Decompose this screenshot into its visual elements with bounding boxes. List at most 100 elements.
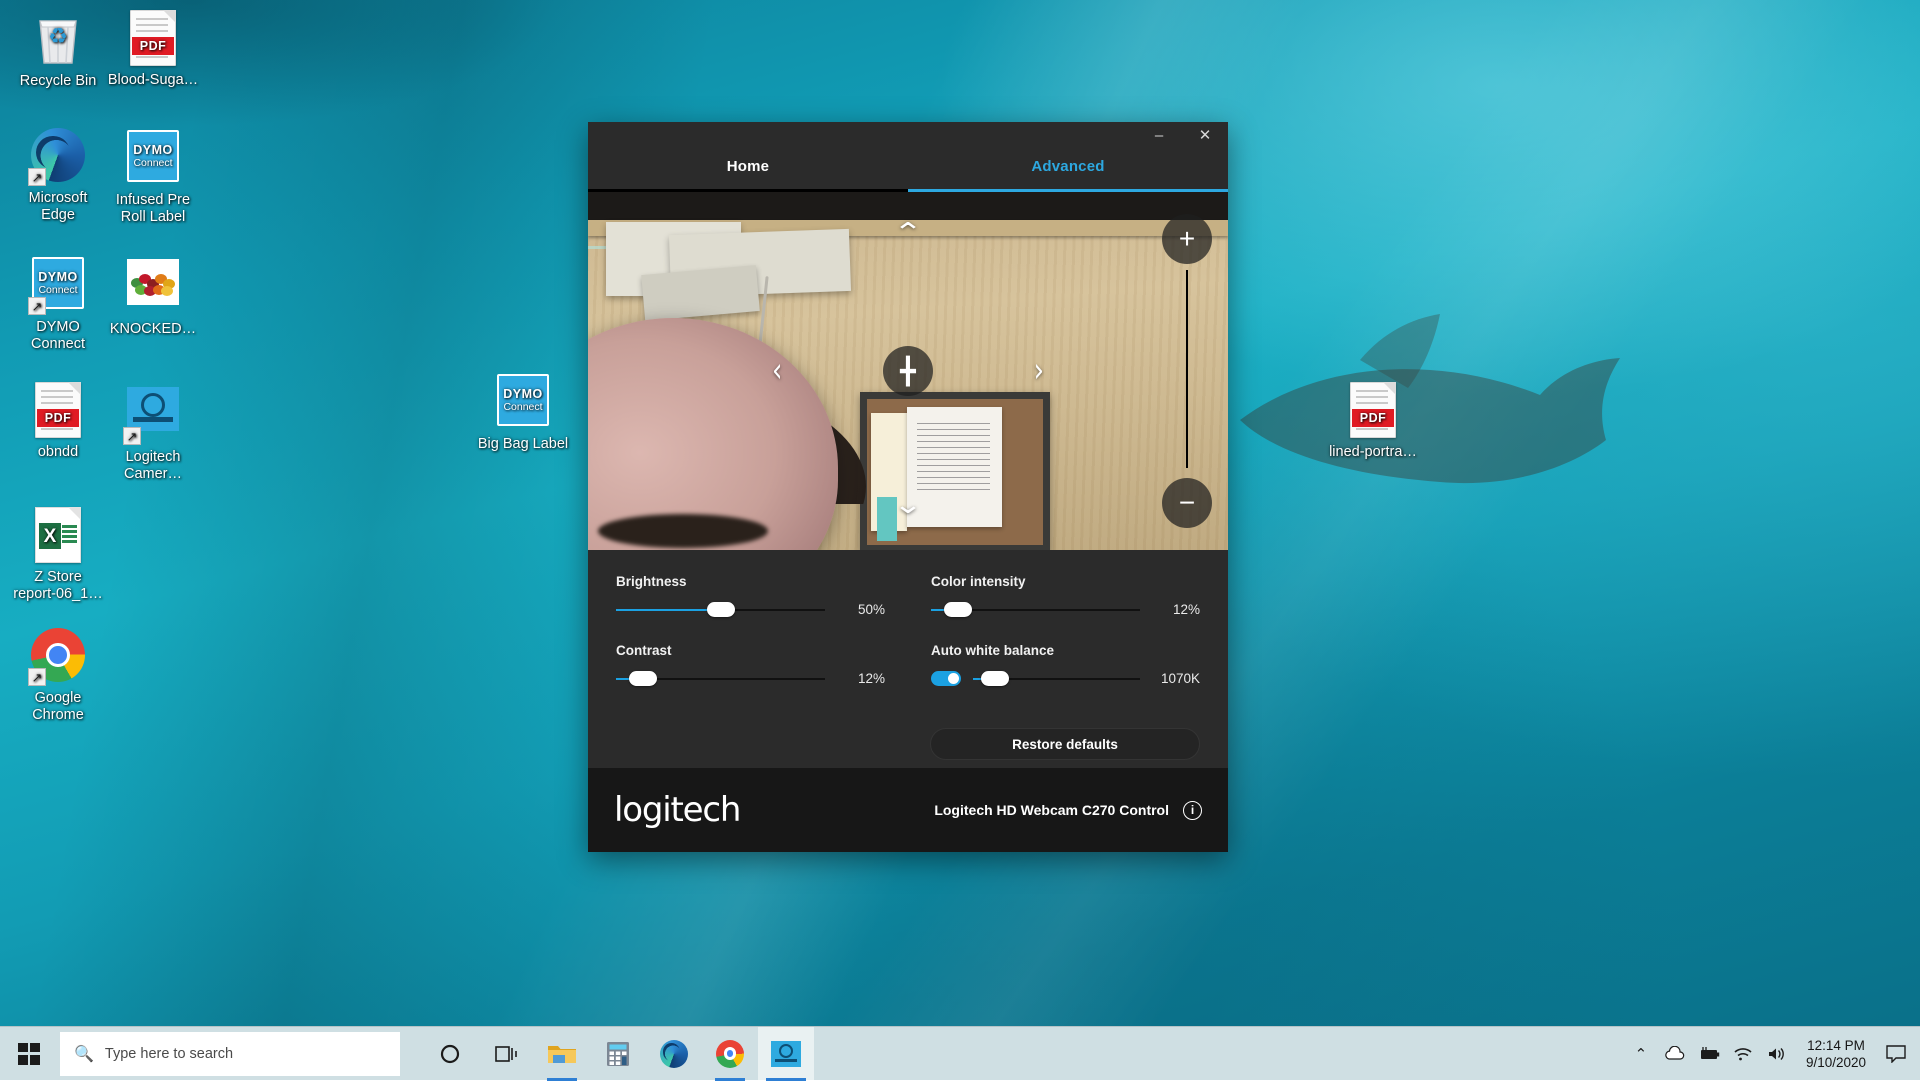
control-brightness: Brightness 50% <box>616 574 885 617</box>
taskbar-item-file-explorer[interactable] <box>534 1027 590 1081</box>
cloud-icon[interactable] <box>1658 1027 1692 1081</box>
control-contrast: Contrast 12% <box>616 643 885 686</box>
desktop-icon-lined-portrait-pdf[interactable]: PDF lined-portra… <box>1327 382 1419 461</box>
desktop-icon-google-chrome[interactable]: ↗ Google Chrome <box>12 628 104 724</box>
device-name-label: Logitech HD Webcam C270 Control <box>934 802 1169 818</box>
white-balance-slider[interactable] <box>973 672 1140 686</box>
shortcut-arrow-icon: ↗ <box>123 427 141 445</box>
taskbar-item-calculator[interactable] <box>590 1027 646 1081</box>
desktop-icon-infused-pre-roll-label[interactable]: DYMOConnect Infused Pre Roll Label <box>107 128 199 226</box>
search-icon: 🔍 <box>74 1044 94 1064</box>
control-label: Contrast <box>616 643 885 658</box>
system-tray[interactable]: ⌃ 12:14 PM 9/ <box>1624 1027 1920 1081</box>
white-balance-value: 1070K <box>1152 671 1200 686</box>
wallpaper-shark-silhouette <box>1210 300 1630 520</box>
logitech-logo: logitech <box>614 790 740 830</box>
zoom-slider[interactable]: + − <box>1162 214 1212 528</box>
taskbar-items[interactable] <box>422 1027 814 1081</box>
desktop-icon-knocked-image[interactable]: KNOCKED… <box>107 255 199 338</box>
running-indicator <box>547 1078 577 1081</box>
desktop-icon-label: obndd <box>12 444 104 461</box>
pan-reset-button[interactable]: ╋ <box>883 346 933 396</box>
show-hidden-icons-button[interactable]: ⌃ <box>1624 1027 1658 1081</box>
desktop-icon-label: Logitech Camer… <box>107 449 199 483</box>
desktop-icon-label: Microsoft Edge <box>12 190 104 224</box>
camera-preview[interactable]: ⌃ ⌄ ‹ › ╋ + − <box>588 192 1228 550</box>
pan-left-button[interactable]: ‹ <box>772 354 782 388</box>
webcam-icon <box>771 1041 801 1067</box>
taskbar-clock[interactable]: 12:14 PM 9/10/2020 <box>1794 1037 1878 1071</box>
webcam-icon: ↗ <box>125 387 181 443</box>
desktop-icon-label: Infused Pre Roll Label <box>107 192 199 226</box>
auto-white-balance-toggle[interactable] <box>931 671 961 686</box>
network-icon[interactable] <box>1726 1027 1760 1081</box>
desktop-icon-logitech-camera[interactable]: ↗ Logitech Camer… <box>107 382 199 483</box>
taskbar[interactable]: 🔍 Type here to search <box>0 1026 1920 1080</box>
battery-icon[interactable] <box>1692 1027 1726 1081</box>
desktop-icon-microsoft-edge[interactable]: ↗ Microsoft Edge <box>12 128 104 224</box>
speech-bubble-icon <box>1886 1045 1906 1063</box>
windows-logo-icon <box>18 1043 40 1065</box>
shortcut-arrow-icon: ↗ <box>28 168 46 186</box>
pan-down-button[interactable]: ⌄ <box>893 492 924 518</box>
desktop-icon-label: Google Chrome <box>12 690 104 724</box>
minimize-button[interactable]: – <box>1136 122 1182 148</box>
desktop-icon-label: lined-portra… <box>1327 444 1419 461</box>
folder-icon <box>547 1042 577 1066</box>
restore-defaults-button[interactable]: Restore defaults <box>930 728 1200 760</box>
control-label: Color intensity <box>931 574 1200 589</box>
logitech-camera-settings-window[interactable]: – ✕ Home Advanced ⌃ ⌄ ‹ › <box>588 122 1228 852</box>
window-footer: logitech Logitech HD Webcam C270 Control… <box>588 768 1228 852</box>
pan-right-button[interactable]: › <box>1034 354 1044 388</box>
action-center-button[interactable] <box>1878 1027 1914 1081</box>
task-view-icon <box>494 1044 518 1064</box>
desktop-icon-blood-sugar-pdf[interactable]: PDF Blood-Suga… <box>107 10 199 89</box>
zoom-slider-track[interactable] <box>1186 270 1188 468</box>
tab-home[interactable]: Home <box>588 158 908 192</box>
contrast-slider[interactable] <box>616 672 825 686</box>
info-icon[interactable]: i <box>1183 801 1202 820</box>
excel-file-icon: X <box>30 507 86 563</box>
desktop-icon-dymo-connect[interactable]: DYMOConnect ↗ DYMO Connect <box>12 255 104 353</box>
taskbar-item-cortana[interactable] <box>422 1027 478 1081</box>
advanced-settings-panel: Brightness 50% Color intensity 12% <box>588 550 1228 768</box>
color-intensity-slider[interactable] <box>931 603 1140 617</box>
calculator-icon <box>606 1041 630 1067</box>
start-button[interactable] <box>0 1027 58 1081</box>
running-indicator <box>766 1078 806 1081</box>
color-intensity-value: 12% <box>1152 602 1200 617</box>
image-thumbnail-icon <box>125 259 181 315</box>
clock-time: 12:14 PM <box>1806 1037 1866 1054</box>
brightness-slider[interactable] <box>616 603 825 617</box>
zoom-out-button[interactable]: − <box>1162 478 1212 528</box>
desktop-icon-obndd-pdf[interactable]: PDF obndd <box>12 382 104 461</box>
desktop-icon-label: DYMO Connect <box>12 319 104 353</box>
dymo-connect-icon: DYMOConnect <box>125 130 181 186</box>
taskbar-item-logitech-camera[interactable] <box>758 1027 814 1081</box>
brightness-value: 50% <box>837 602 885 617</box>
close-button[interactable]: ✕ <box>1182 122 1228 148</box>
desktop-icon-z-store-report[interactable]: X Z Store report-06_1… <box>12 507 104 603</box>
zoom-in-button[interactable]: + <box>1162 214 1212 264</box>
running-indicator <box>715 1078 745 1081</box>
window-titlebar[interactable]: – ✕ <box>588 122 1228 158</box>
taskbar-item-task-view[interactable] <box>478 1027 534 1081</box>
pan-up-button[interactable]: ⌃ <box>893 220 924 246</box>
edge-icon: ↗ <box>30 128 86 184</box>
desktop-icon-big-bag-label[interactable]: DYMOConnect Big Bag Label <box>477 372 569 453</box>
desktop-icon-label: Big Bag Label <box>477 436 569 453</box>
shortcut-arrow-icon: ↗ <box>28 668 46 686</box>
control-label: Brightness <box>616 574 885 589</box>
pdf-file-icon: PDF <box>125 10 181 66</box>
search-input[interactable]: 🔍 Type here to search <box>60 1032 400 1076</box>
volume-icon[interactable] <box>1760 1027 1794 1081</box>
control-auto-white-balance: Auto white balance 1070K <box>931 643 1200 686</box>
taskbar-item-microsoft-edge[interactable] <box>646 1027 702 1081</box>
dymo-connect-icon: DYMOConnect <box>495 374 551 430</box>
desktop-icon-recycle-bin[interactable]: ♻ Recycle Bin <box>12 10 104 90</box>
taskbar-item-google-chrome[interactable] <box>702 1027 758 1081</box>
tab-advanced[interactable]: Advanced <box>908 158 1228 192</box>
tab-bar[interactable]: Home Advanced <box>588 158 1228 192</box>
desktop-icon-label: KNOCKED… <box>107 321 199 338</box>
control-color-intensity: Color intensity 12% <box>931 574 1200 617</box>
